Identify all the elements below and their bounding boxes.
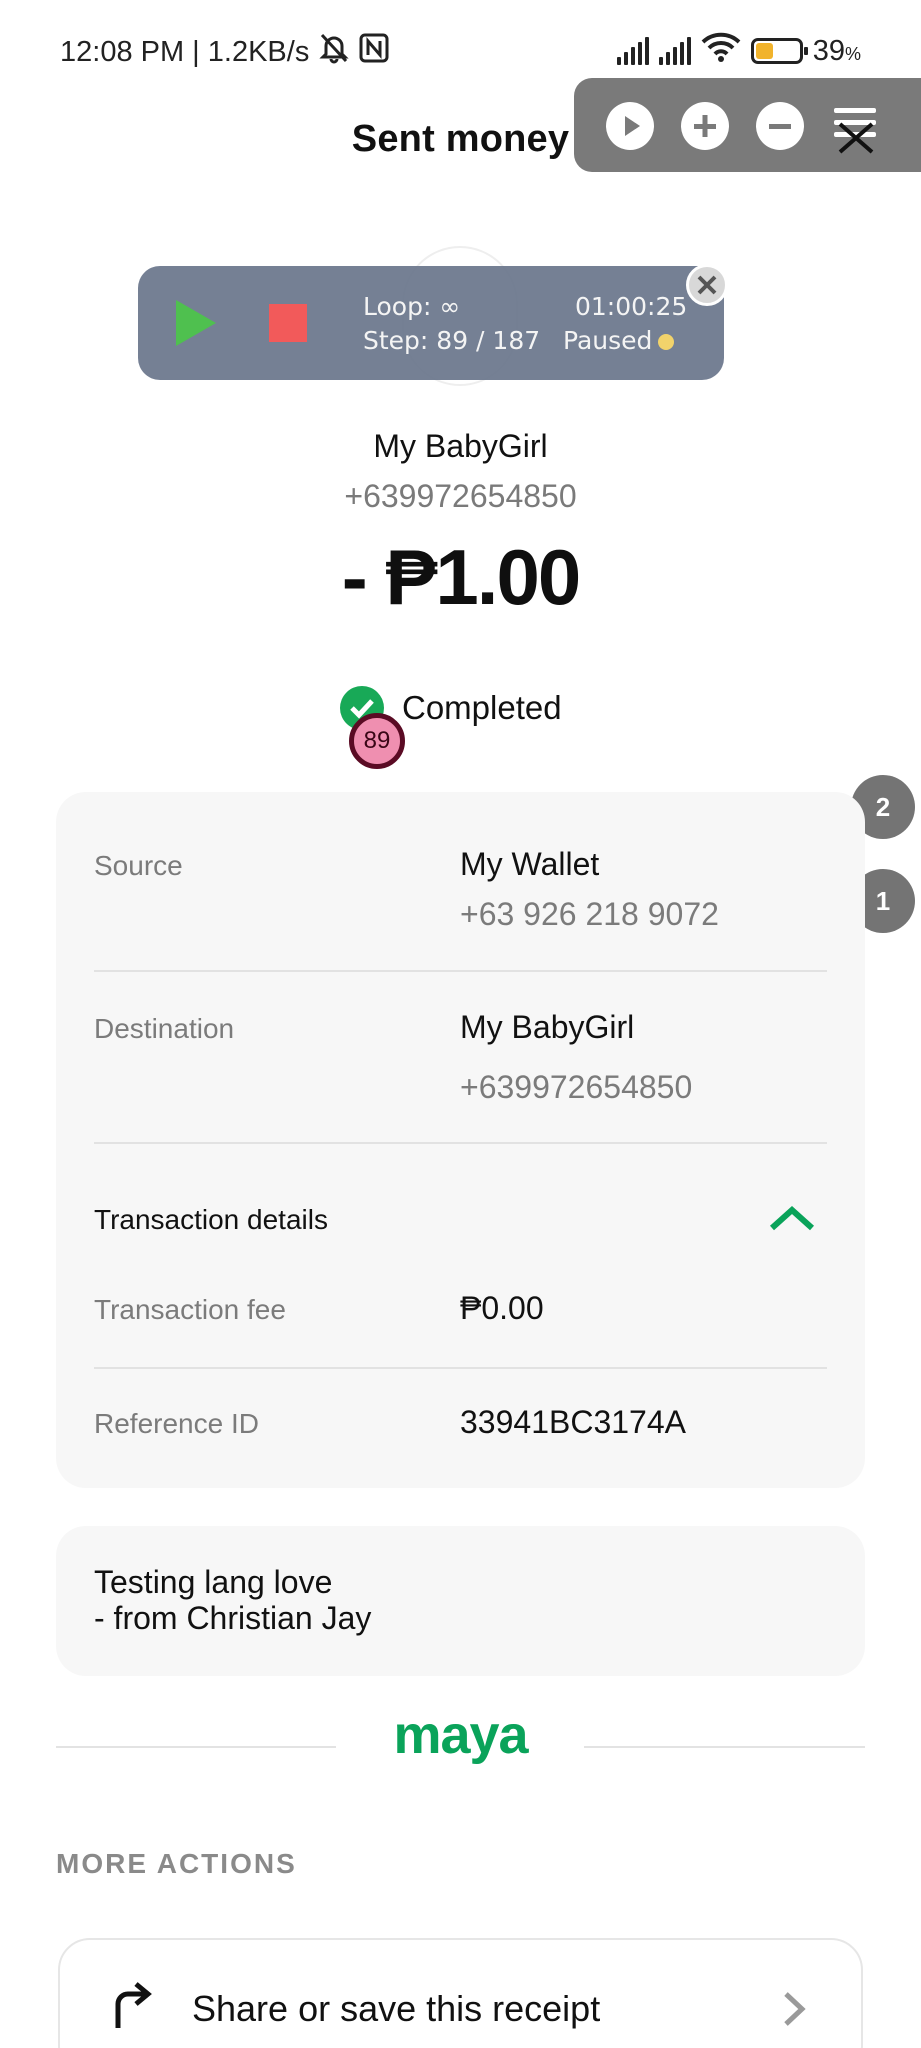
- destination-label: Destination: [94, 1013, 235, 1044]
- note-text: Testing lang love - from Christian Jay: [94, 1564, 371, 1636]
- signal-icon: [616, 37, 649, 65]
- reference-label: Reference ID: [94, 1408, 259, 1439]
- battery-icon: [750, 38, 808, 64]
- bell-muted-icon: [319, 32, 349, 72]
- recipient-name: My BabyGirl: [373, 428, 548, 464]
- source-name: My Wallet: [460, 846, 600, 882]
- destination-name: My BabyGirl: [460, 1009, 635, 1045]
- share-receipt-label: Share or save this receipt: [192, 1988, 601, 2029]
- macro-state-dot: [658, 334, 675, 350]
- status-time-speed: 12:08 PM | 1.2KB/s: [60, 35, 310, 68]
- recipient-phone: +639972654850: [344, 478, 577, 514]
- divider: [94, 970, 827, 972]
- macro-close-icon[interactable]: [686, 264, 728, 306]
- macro-overlay: Loop: ∞ 01:00:25 Step: 89 / 187 Paused: [138, 266, 724, 380]
- macro-loop: Loop: ∞: [363, 292, 461, 321]
- note-line-1: Testing lang love: [94, 1564, 333, 1600]
- note-line-2: - from Christian Jay: [94, 1600, 372, 1636]
- macro-time: 01:00:25: [575, 292, 688, 321]
- play-icon[interactable]: [606, 102, 654, 150]
- floating-control-panel: [574, 78, 921, 172]
- signal-icon-2: [658, 37, 691, 65]
- source-number: +63 926 218 9072: [460, 896, 719, 932]
- brand-logo: maya: [393, 1705, 528, 1765]
- note-card: Testing lang love - from Christian Jay: [56, 1526, 865, 1676]
- minus-icon[interactable]: [756, 102, 804, 150]
- wifi-icon: [701, 32, 741, 70]
- status-label: Completed: [402, 689, 562, 726]
- chevron-right-icon: [784, 1992, 806, 2026]
- macro-state: Paused: [563, 326, 675, 355]
- amount: - ₱1.00: [341, 533, 581, 621]
- divider: [94, 1367, 827, 1369]
- fee-label: Transaction fee: [94, 1294, 286, 1325]
- transaction-details-title[interactable]: Transaction details: [94, 1204, 328, 1236]
- status-right: 39%: [616, 32, 861, 70]
- nfc-icon: [359, 33, 389, 71]
- more-actions-title: MORE ACTIONS: [56, 1848, 297, 1879]
- macro-stop-icon[interactable]: [269, 304, 307, 342]
- divider: [94, 1142, 827, 1144]
- source-label: Source: [94, 850, 183, 881]
- chevron-up-icon[interactable]: [768, 1204, 816, 1234]
- fee-value: ₱0.00: [460, 1290, 544, 1326]
- battery-percent: 39%: [812, 34, 861, 67]
- share-arrow-icon: [115, 1982, 152, 2028]
- reference-value: 33941BC3174A: [460, 1404, 686, 1440]
- details-card: Source My Wallet +63 926 218 9072 Destin…: [56, 792, 865, 1488]
- plus-icon[interactable]: [681, 102, 729, 150]
- macro-play-icon[interactable]: [176, 300, 216, 346]
- status-left: 12:08 PM | 1.2KB/s: [60, 32, 389, 72]
- macro-step: Step: 89 / 187: [363, 326, 541, 355]
- menu-close-icon[interactable]: [832, 106, 880, 154]
- destination-number: +639972654850: [460, 1069, 693, 1105]
- step-badge: 89: [349, 713, 405, 769]
- share-receipt-button[interactable]: Share or save this receipt: [58, 1938, 863, 2048]
